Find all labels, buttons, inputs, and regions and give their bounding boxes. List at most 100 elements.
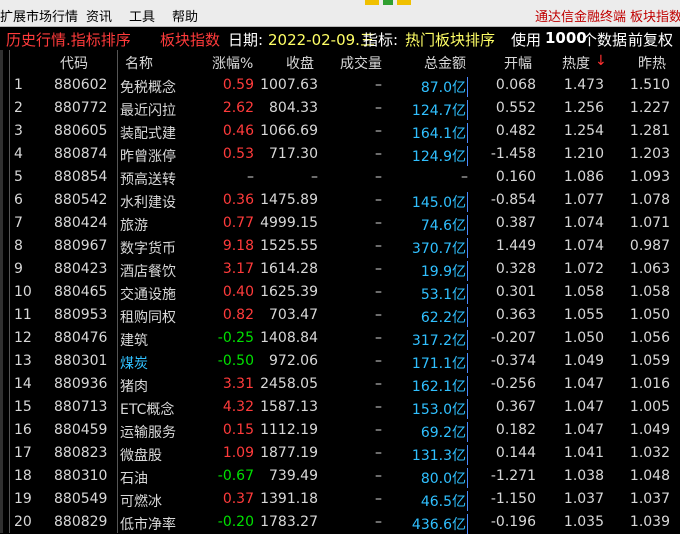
volume-value: – <box>375 215 382 231</box>
change-percent: -0.20 <box>217 514 254 530</box>
menu-extended-market[interactable]: 扩展市场行情 <box>0 6 78 25</box>
table-row[interactable]: 3 880605 装配式建 0.46 1066.69 – 164.1亿 0.482 1.254 1… <box>0 120 680 143</box>
amount-value: 164.1亿 <box>404 123 468 143</box>
heat-value: 1.047 <box>563 399 604 415</box>
row-index: 18 <box>14 468 32 484</box>
col-header-code[interactable]: 代码 <box>60 53 88 73</box>
adjust-mode[interactable]: 前复权 <box>628 29 673 50</box>
table-row[interactable]: 19 880549 可燃冰 0.37 1391.18 – 46.5亿 -1.150 1.037 1… <box>0 488 680 511</box>
table-row[interactable]: 13 880301 煤炭 -0.50 972.06 – 171.1亿 -0.374 1.049 1… <box>0 350 680 373</box>
row-index: 3 <box>14 123 23 139</box>
table-row[interactable]: 16 880459 运输服务 0.15 1112.19 – 69.2亿 0.182 1.047 1… <box>0 419 680 442</box>
sector-code: 880424 <box>54 215 108 231</box>
heat-value: 1.050 <box>563 330 604 346</box>
volume-value: – <box>375 123 382 139</box>
table-row[interactable]: 7 880424 旅游 0.77 4999.15 – 74.6亿 0.387 1.074 1.07… <box>0 212 680 235</box>
sector-name: 昨曾涨停 <box>120 149 176 165</box>
table-row[interactable]: 6 880542 水利建设 0.36 1475.89 – 145.0亿 -0.854 1.077… <box>0 189 680 212</box>
volume-value: – <box>375 468 382 484</box>
table-row[interactable]: 1 880602 免税概念 0.59 1007.63 – 87.0亿 0.068 1.473 1.… <box>0 74 680 97</box>
table-row[interactable]: 2 880772 最近闪拉 2.62 804.33 – 124.7亿 0.552 1.256 1.… <box>0 97 680 120</box>
amount-value: 69.2亿 <box>404 422 468 442</box>
sector-name: 交通设施 <box>120 287 176 303</box>
table-row[interactable]: 5 880854 预高送转 – – – – 0.160 1.086 1.093 <box>0 166 680 189</box>
heat-value: 1.055 <box>563 307 604 323</box>
col-header-volume[interactable]: 成交量 <box>340 53 382 73</box>
row-index: 11 <box>14 307 32 323</box>
table-row[interactable]: 17 880823 微盘股 1.09 1877.19 – 131.3亿 0.144 1.041 1… <box>0 442 680 465</box>
close-value: 804.33 <box>269 100 318 116</box>
change-percent: 0.37 <box>222 491 254 507</box>
menu-tools[interactable]: 工具 <box>129 6 155 25</box>
table-row[interactable]: 11 880953 租购同权 0.82 703.47 – 62.2亿 0.363 1.055 1.… <box>0 304 680 327</box>
table-row[interactable]: 4 880874 昨曾涨停 0.53 717.30 – 124.9亿 -1.458 1.210 1… <box>0 143 680 166</box>
data-count[interactable]: 1000 <box>545 29 587 47</box>
sector-code: 880602 <box>54 77 108 93</box>
sector-code: 880953 <box>54 307 108 323</box>
open-change: 0.144 <box>495 445 536 461</box>
prev-heat-value: 1.093 <box>629 169 670 185</box>
heat-value: 1.049 <box>563 353 604 369</box>
volume-value: – <box>375 376 382 392</box>
open-change: 0.301 <box>495 284 536 300</box>
amount-value: 53.1亿 <box>404 284 468 304</box>
sector-index-label[interactable]: 板块指数 <box>160 29 220 50</box>
volume-value: – <box>375 491 382 507</box>
volume-value: – <box>375 514 382 530</box>
prev-heat-value: 1.058 <box>629 284 670 300</box>
col-header-change[interactable]: 涨幅% <box>212 53 253 73</box>
menu-news[interactable]: 资讯 <box>86 6 112 25</box>
open-change: 0.363 <box>495 307 536 323</box>
volume-value: – <box>375 307 382 323</box>
prev-heat-value: 1.037 <box>629 491 670 507</box>
sector-code: 880476 <box>54 330 108 346</box>
prev-heat-value: 1.510 <box>629 77 670 93</box>
title-bar: 历史行情.指标排序 板块指数 日期: 2022-02-09.三 指标: 热门板块… <box>0 27 680 49</box>
table-row[interactable]: 9 880423 酒店餐饮 3.17 1614.28 – 19.9亿 0.328 1.072 1.… <box>0 258 680 281</box>
open-change: 0.182 <box>495 422 536 438</box>
close-value: 1625.39 <box>260 284 318 300</box>
volume-value: – <box>375 422 382 438</box>
close-value: 739.49 <box>269 468 318 484</box>
volume-value: – <box>375 353 382 369</box>
col-header-close[interactable]: 收盘 <box>286 53 314 73</box>
close-value: 1112.19 <box>260 422 318 438</box>
table-row[interactable]: 10 880465 交通设施 0.40 1625.39 – 53.1亿 0.301 1.058 1… <box>0 281 680 304</box>
history-ranking-title[interactable]: 历史行情.指标排序 <box>6 29 131 50</box>
row-index: 2 <box>14 100 23 116</box>
col-header-open[interactable]: 开幅 <box>504 53 532 73</box>
indicator-value[interactable]: 热门板块排序 <box>405 29 495 50</box>
link-tdx-terminal[interactable]: 通达信金融终端 <box>535 6 626 25</box>
change-percent: -0.25 <box>217 330 254 346</box>
close-value: 717.30 <box>269 146 318 162</box>
amount-value: 370.7亿 <box>404 238 468 258</box>
sector-name: 水利建设 <box>120 195 176 211</box>
table-row[interactable]: 18 880310 石油 -0.67 739.49 – 80.0亿 -1.271 1.038 1.… <box>0 465 680 488</box>
sector-code: 880465 <box>54 284 108 300</box>
col-header-amount[interactable]: 总金额 <box>424 53 466 73</box>
volume-value: – <box>375 77 382 93</box>
table-row[interactable]: 20 880829 低市净率 -0.20 1783.27 – 436.6亿 -0.196 1.0… <box>0 511 680 534</box>
heat-value: 1.256 <box>563 100 604 116</box>
col-header-heat[interactable]: 热度 <box>562 53 590 73</box>
row-index: 13 <box>14 353 32 369</box>
sector-code: 880549 <box>54 491 108 507</box>
table-row[interactable]: 12 880476 建筑 -0.25 1408.84 – 317.2亿 -0.207 1.050… <box>0 327 680 350</box>
table-row[interactable]: 14 880936 猪肉 3.31 2458.05 – 162.1亿 -0.256 1.047 1… <box>0 373 680 396</box>
link-sector-index[interactable]: 板块指数 <box>630 6 680 25</box>
table-row[interactable]: 8 880967 数字货币 9.18 1525.55 – 370.7亿 1.449 1.074 0… <box>0 235 680 258</box>
heat-value: 1.038 <box>563 468 604 484</box>
col-header-prev-heat[interactable]: 昨热 <box>638 53 666 73</box>
col-header-name[interactable]: 名称 <box>125 53 153 73</box>
date-value[interactable]: 2022-02-09.三 <box>268 29 375 50</box>
menu-help[interactable]: 帮助 <box>172 6 198 25</box>
sector-name: 酒店餐饮 <box>120 264 176 280</box>
open-change: 0.482 <box>495 123 536 139</box>
heat-value: 1.210 <box>563 146 604 162</box>
amount-value: 317.2亿 <box>404 330 468 350</box>
close-value: 703.47 <box>269 307 318 323</box>
prev-heat-value: 1.071 <box>629 215 670 231</box>
table-header: 代码 名称 涨幅% 收盘 成交量 总金额 开幅 热度 ↓ 昨热 <box>0 50 680 72</box>
heat-value: 1.072 <box>563 261 604 277</box>
table-row[interactable]: 15 880713 ETC概念 4.32 1587.13 – 153.0亿 0.367 1.04… <box>0 396 680 419</box>
